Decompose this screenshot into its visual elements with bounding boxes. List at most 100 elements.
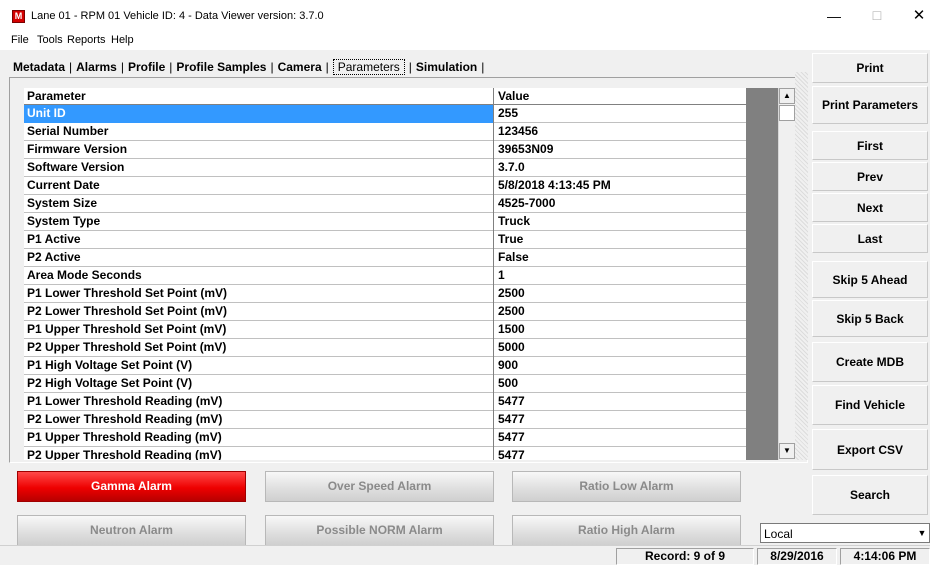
- search-button[interactable]: Search: [812, 475, 928, 515]
- table-row[interactable]: System Size 4525-7000: [24, 195, 746, 213]
- parameter-name-cell: P2 Lower Threshold Reading (mV): [24, 411, 494, 429]
- parameters-grid[interactable]: Parameter Value Unit ID 255 Serial Number 1…: [24, 88, 746, 460]
- record-counter: Record: 9 of 9: [616, 548, 754, 565]
- parameter-name-cell: Area Mode Seconds: [24, 267, 494, 285]
- print-button[interactable]: Print: [812, 53, 928, 83]
- parameter-name-cell: P1 Lower Threshold Reading (mV): [24, 393, 494, 411]
- next-button[interactable]: Next: [812, 193, 928, 222]
- parameter-name-cell: P2 High Voltage Set Point (V): [24, 375, 494, 393]
- chevron-down-icon[interactable]: ▼: [915, 524, 929, 542]
- header-value[interactable]: Value: [495, 88, 746, 106]
- menu-file[interactable]: File: [11, 34, 29, 46]
- table-row[interactable]: P1 Lower Threshold Set Point (mV) 2500: [24, 285, 746, 303]
- parameter-name-cell: Serial Number: [24, 123, 494, 141]
- parameter-name-cell: Current Date: [24, 177, 494, 195]
- location-select-value: Local: [764, 527, 793, 541]
- parameter-name-cell: P2 Lower Threshold Set Point (mV): [24, 303, 494, 321]
- parameter-value-cell: False: [498, 250, 529, 264]
- table-row[interactable]: Serial Number 123456: [24, 123, 746, 141]
- table-row[interactable]: Firmware Version 39653N09: [24, 141, 746, 159]
- table-row[interactable]: P1 Upper Threshold Reading (mV) 5477: [24, 429, 746, 447]
- parameter-name-cell: Software Version: [24, 159, 494, 177]
- table-row[interactable]: Current Date 5/8/2018 4:13:45 PM: [24, 177, 746, 195]
- location-select[interactable]: Local ▼: [760, 523, 930, 543]
- menu-help[interactable]: Help: [111, 34, 134, 46]
- tab-divider: |: [270, 60, 274, 74]
- parameter-value-cell: 5477: [498, 430, 525, 444]
- status-bar: Record: 9 of 9 8/29/2016 4:14:06 PM: [0, 545, 930, 565]
- table-row[interactable]: P2 High Voltage Set Point (V) 500: [24, 375, 746, 393]
- parameter-name-cell: Unit ID: [24, 105, 494, 123]
- parameter-value-cell: 5477: [498, 412, 525, 426]
- tab-profile[interactable]: Profile: [128, 60, 165, 74]
- parameter-name-cell: P1 Active: [24, 231, 494, 249]
- table-row[interactable]: P1 Active True: [24, 231, 746, 249]
- gamma-alarm-indicator: Gamma Alarm: [17, 471, 246, 502]
- parameter-value-cell: True: [498, 232, 524, 246]
- parameter-value-cell: 1: [498, 268, 505, 282]
- tab-simulation[interactable]: Simulation: [416, 60, 477, 74]
- table-row[interactable]: Area Mode Seconds 1: [24, 267, 746, 285]
- print-parameters-button[interactable]: Print Parameters: [812, 86, 928, 124]
- parameter-value-cell: 3.7.0: [498, 160, 525, 174]
- over-speed-alarm-indicator: Over Speed Alarm: [265, 471, 494, 502]
- parameter-name-cell: P2 Upper Threshold Reading (mV): [24, 447, 494, 460]
- parameter-name-cell: P2 Active: [24, 249, 494, 267]
- window-title: Lane 01 - RPM 01 Vehicle ID: 4 - Data Vi…: [31, 10, 324, 22]
- table-row[interactable]: P2 Lower Threshold Set Point (mV) 2500: [24, 303, 746, 321]
- table-row[interactable]: System Type Truck: [24, 213, 746, 231]
- tab-divider: |: [169, 60, 173, 74]
- tab-metadata[interactable]: Metadata: [13, 60, 65, 74]
- parameter-name-cell: System Size: [24, 195, 494, 213]
- table-row[interactable]: P1 Lower Threshold Reading (mV) 5477: [24, 393, 746, 411]
- scroll-down-arrow-icon[interactable]: ▼: [779, 443, 795, 459]
- parameter-value-cell: 39653N09: [498, 142, 554, 156]
- maximize-button[interactable]: ☐: [862, 6, 892, 26]
- table-row[interactable]: P2 Upper Threshold Reading (mV) 5477: [24, 447, 746, 460]
- grid-header: Parameter Value: [24, 88, 746, 106]
- app-logo-icon: M: [12, 10, 25, 23]
- tab-camera[interactable]: Camera: [278, 60, 322, 74]
- skip-5-ahead-button[interactable]: Skip 5 Ahead: [812, 261, 928, 298]
- find-vehicle-button[interactable]: Find Vehicle: [812, 385, 928, 425]
- table-row[interactable]: P1 High Voltage Set Point (V) 900: [24, 357, 746, 375]
- splitter-grip[interactable]: [795, 72, 808, 460]
- table-row[interactable]: Software Version 3.7.0: [24, 159, 746, 177]
- table-row[interactable]: P2 Lower Threshold Reading (mV) 5477: [24, 411, 746, 429]
- title-bar: M Lane 01 - RPM 01 Vehicle ID: 4 - Data …: [0, 0, 930, 32]
- first-button[interactable]: First: [812, 131, 928, 160]
- skip-5-back-button[interactable]: Skip 5 Back: [812, 300, 928, 337]
- ratio-low-alarm-indicator: Ratio Low Alarm: [512, 471, 741, 502]
- menu-reports[interactable]: Reports: [67, 34, 106, 46]
- parameter-value-cell: 2500: [498, 286, 525, 300]
- tab-divider: |: [481, 60, 485, 74]
- export-csv-button[interactable]: Export CSV: [812, 429, 928, 470]
- tab-divider: |: [120, 60, 124, 74]
- parameter-value-cell: 5/8/2018 4:13:45 PM: [498, 178, 611, 192]
- tab-divider: |: [69, 60, 73, 74]
- scroll-up-arrow-icon[interactable]: ▲: [779, 88, 795, 104]
- parameter-value-cell: 4525-7000: [498, 196, 556, 210]
- tab-profile-samples[interactable]: Profile Samples: [176, 60, 266, 74]
- vertical-scrollbar[interactable]: ▲ ▼: [778, 88, 795, 460]
- minimize-button[interactable]: —: [819, 6, 849, 26]
- table-row[interactable]: P2 Upper Threshold Set Point (mV) 5000: [24, 339, 746, 357]
- scroll-thumb[interactable]: [779, 105, 795, 121]
- menu-tools[interactable]: Tools: [37, 34, 63, 46]
- menu-bar: File Tools Reports Help: [0, 32, 930, 50]
- table-row[interactable]: P2 Active False: [24, 249, 746, 267]
- create-mdb-button[interactable]: Create MDB: [812, 342, 928, 382]
- close-button[interactable]: ✕: [904, 6, 930, 26]
- parameter-value-cell: 5477: [498, 394, 525, 408]
- status-date: 8/29/2016: [757, 548, 837, 565]
- header-parameter[interactable]: Parameter: [24, 88, 494, 106]
- prev-button[interactable]: Prev: [812, 162, 928, 191]
- tab-parameters[interactable]: Parameters: [332, 59, 405, 75]
- table-row[interactable]: P1 Upper Threshold Set Point (mV) 1500: [24, 321, 746, 339]
- parameter-value-cell: 900: [498, 358, 519, 372]
- parameter-value-cell: 123456: [498, 124, 539, 138]
- neutron-alarm-indicator: Neutron Alarm: [17, 515, 246, 546]
- table-row[interactable]: Unit ID 255: [24, 105, 746, 123]
- tab-alarms[interactable]: Alarms: [76, 60, 117, 74]
- last-button[interactable]: Last: [812, 224, 928, 253]
